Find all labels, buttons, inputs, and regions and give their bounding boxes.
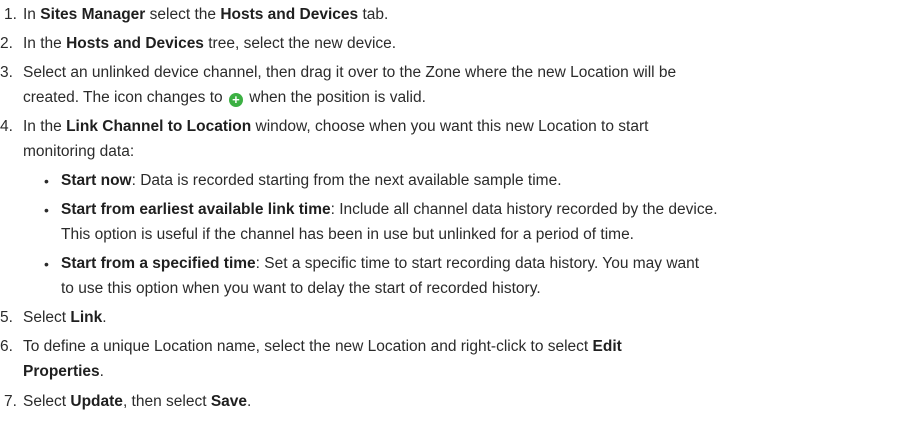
- step-text: Select Link.: [23, 309, 107, 326]
- option-text-cont: This option is useful if the channel has…: [61, 226, 634, 243]
- step-text: In Sites Manager select the Hosts and De…: [23, 6, 389, 23]
- step-number: 4.: [0, 118, 13, 135]
- instruction-list: 1. In Sites Manager select the Hosts and…: [0, 0, 907, 437]
- step-text: In the Hosts and Devices tree, select th…: [23, 35, 397, 52]
- step-number: 2.: [0, 35, 13, 52]
- option-text-cont: to use this option when you want to dela…: [61, 280, 541, 297]
- step-number: 6.: [0, 338, 13, 355]
- bullet-icon: •: [44, 202, 49, 218]
- step-text: In the Link Channel to Location window, …: [23, 118, 649, 135]
- step-text-cont: Properties.: [23, 363, 104, 380]
- step-text-cont: monitoring data:: [23, 143, 135, 160]
- plus-circle-icon: +: [228, 93, 243, 107]
- option-text: Start from a specified time: Set a speci…: [61, 255, 700, 272]
- step-text: Select Update, then select Save.: [23, 393, 252, 410]
- option-text: Start now: Data is recorded starting fro…: [61, 172, 562, 189]
- step-text-cont: created. The icon changes to + when the …: [23, 89, 426, 107]
- step-number: 3.: [0, 64, 13, 81]
- bullet-icon: •: [44, 173, 49, 189]
- step-text: To define a unique Location name, select…: [23, 338, 622, 355]
- step-text: Select an unlinked device channel, then …: [23, 64, 677, 81]
- option-text: Start from earliest available link time:…: [61, 201, 718, 218]
- bullet-icon: •: [44, 256, 49, 272]
- step-number: 5.: [0, 309, 13, 326]
